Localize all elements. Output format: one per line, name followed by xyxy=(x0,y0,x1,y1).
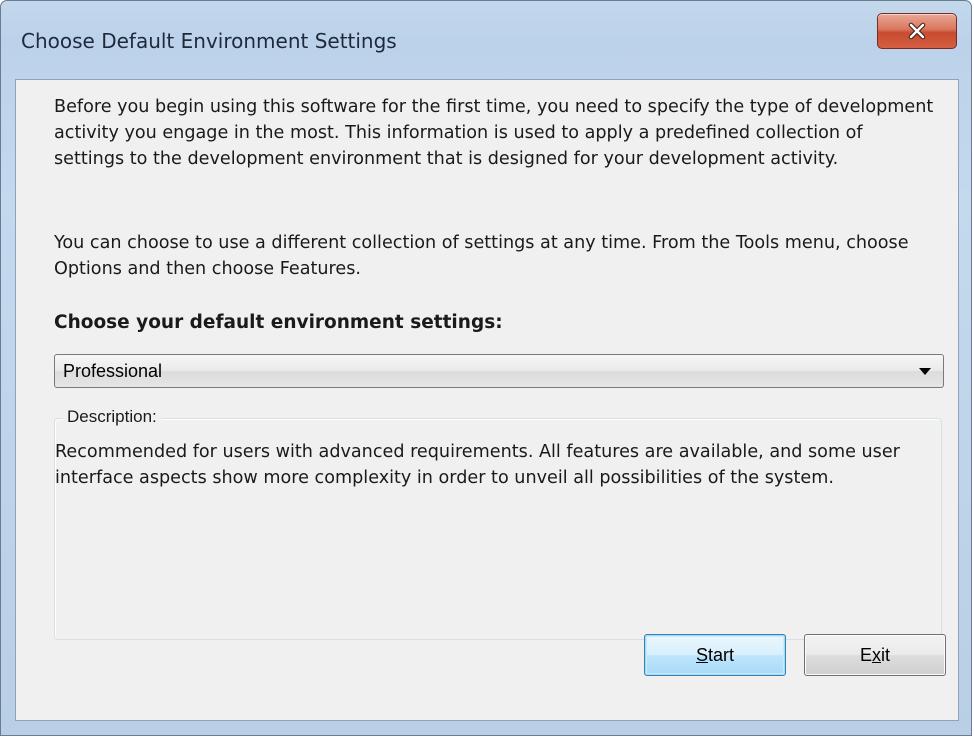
description-legend: Description: xyxy=(63,407,161,427)
exit-button[interactable]: Ex it xyxy=(804,634,946,676)
dialog-client-area: Before you begin using this software for… xyxy=(15,79,959,721)
window-title: Choose Default Environment Settings xyxy=(21,29,397,53)
close-button[interactable] xyxy=(877,13,957,49)
environment-settings-dropdown[interactable]: Professional xyxy=(54,354,944,388)
description-group-box: Description: Recommended for users with … xyxy=(54,407,942,640)
dialog-window: Choose Default Environment Settings Befo… xyxy=(0,0,972,736)
intro-paragraph-1: Before you begin using this software for… xyxy=(54,97,934,169)
settings-prompt-label: Choose your default environment settings… xyxy=(54,312,503,333)
exit-button-mnemonic: x xyxy=(872,644,881,665)
start-button-label-rest: tart xyxy=(708,644,735,665)
description-text: Recommended for users with advanced requ… xyxy=(55,442,900,488)
start-button-mnemonic: S xyxy=(695,644,708,665)
close-icon xyxy=(908,22,926,40)
exit-button-label-rest: it xyxy=(881,644,890,665)
start-button[interactable]: Start xyxy=(644,634,786,676)
intro-paragraph-2: You can choose to use a different collec… xyxy=(54,233,909,279)
selected-setting-value: Professional xyxy=(63,361,163,381)
exit-button-label-start: E xyxy=(859,644,872,665)
dropdown-arrow-icon xyxy=(919,368,931,375)
title-bar[interactable]: Choose Default Environment Settings xyxy=(1,1,971,77)
